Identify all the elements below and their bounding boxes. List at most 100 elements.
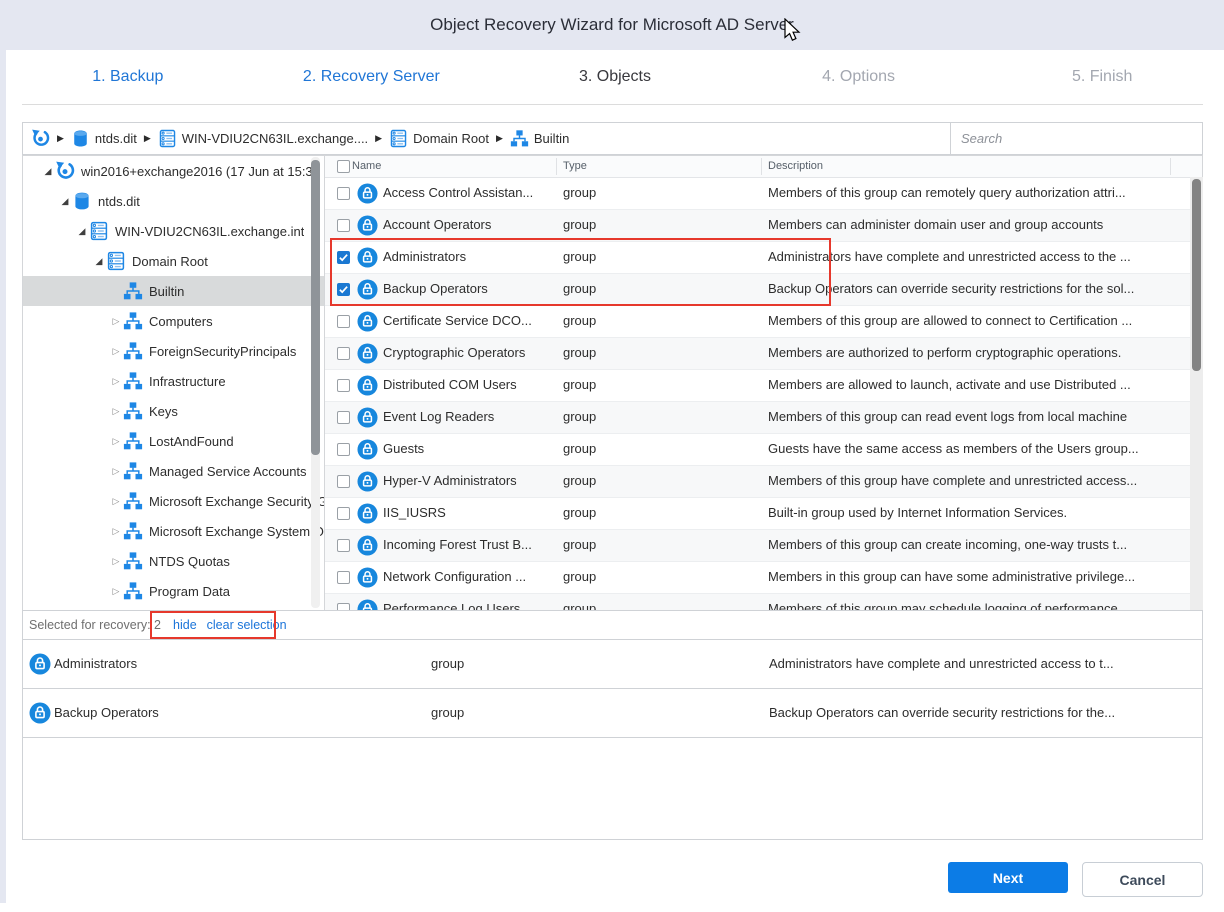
row-checkbox[interactable] [337, 571, 350, 584]
next-button[interactable]: Next [948, 862, 1068, 893]
cell-type: group [563, 409, 596, 424]
table-row-network-configuration[interactable]: Network Configuration ...groupMembers in… [325, 562, 1202, 594]
ou-icon [123, 431, 143, 451]
tree-item-program-data[interactable]: ▷ Program Data [23, 576, 324, 606]
check-icon [338, 284, 349, 295]
table-row-iis-iusrs[interactable]: IIS_IUSRSgroupBuilt-in group used by Int… [325, 498, 1202, 530]
breadcrumb-item-win-vdiu2cn63il-exchange[interactable]: WIN-VDIU2CN63IL.exchange.... [158, 129, 368, 148]
cancel-button[interactable]: Cancel [1082, 862, 1203, 897]
selected-row-administrators[interactable]: AdministratorsgroupAdministrators have c… [23, 640, 1202, 689]
table-row-account-operators[interactable]: Account OperatorsgroupMembers can admini… [325, 210, 1202, 242]
row-checkbox[interactable] [337, 539, 350, 552]
clear-selection-link[interactable]: clear selection [207, 618, 287, 632]
tree-item-foreignsecurityprincipals[interactable]: ▷ ForeignSecurityPrincipals [23, 336, 324, 366]
hide-link[interactable]: hide [173, 618, 197, 632]
table-row-event-log-readers[interactable]: Event Log ReadersgroupMembers of this gr… [325, 402, 1202, 434]
row-checkbox[interactable] [337, 475, 350, 488]
table-row-cryptographic-operators[interactable]: Cryptographic OperatorsgroupMembers are … [325, 338, 1202, 370]
row-checkbox[interactable] [337, 507, 350, 520]
tree-expander-icon[interactable]: ▷ [109, 576, 123, 606]
group-icon [357, 599, 378, 610]
tree-expander-icon[interactable]: ◢ [41, 156, 55, 186]
table-row-incoming-forest-trust-b[interactable]: Incoming Forest Trust B...groupMembers o… [325, 530, 1202, 562]
select-all-checkbox[interactable] [337, 160, 350, 173]
cell-type: group [563, 537, 596, 552]
row-checkbox[interactable] [337, 443, 350, 456]
cell-name: Administrators [383, 249, 553, 264]
table-row-guests[interactable]: GuestsgroupGuests have the same access a… [325, 434, 1202, 466]
tree-item-lostandfound[interactable]: ▷ LostAndFound [23, 426, 324, 456]
tree-item-win-vdiu2cn63il-exchange-int[interactable]: ◢ WIN-VDIU2CN63IL.exchange.int [23, 216, 324, 246]
tree-item-microsoft-exchange-system-ol[interactable]: ▷ Microsoft Exchange System Ol [23, 516, 324, 546]
breadcrumb-label: Builtin [534, 131, 569, 146]
table-row-performance-log-users[interactable]: Performance Log UsersgroupMembers of thi… [325, 594, 1202, 610]
table-row-access-control-assistan[interactable]: Access Control Assistan...groupMembers o… [325, 178, 1202, 210]
group-icon [357, 375, 378, 396]
tree-item-domain-root[interactable]: ◢ Domain Root [23, 246, 324, 276]
wizard-step-2[interactable]: 2. Recovery Server [250, 68, 494, 86]
tree-item-ntds-quotas[interactable]: ▷ NTDS Quotas [23, 546, 324, 576]
tree-item-builtin[interactable]: Builtin [23, 276, 324, 306]
wizard-step-4[interactable]: 4. Options [737, 68, 981, 86]
tree-expander-icon[interactable]: ◢ [92, 246, 106, 276]
row-checkbox[interactable] [337, 283, 350, 296]
row-checkbox[interactable] [337, 219, 350, 232]
tree-item-microsoft-exchange-security-g[interactable]: ▷ Microsoft Exchange Security G [23, 486, 324, 516]
table-row-distributed-com-users[interactable]: Distributed COM UsersgroupMembers are al… [325, 370, 1202, 402]
tree-expander-icon[interactable]: ▷ [109, 546, 123, 576]
tree-item-ntds-dit[interactable]: ◢ ntds.dit [23, 186, 324, 216]
row-checkbox[interactable] [337, 379, 350, 392]
table-scrollbar-thumb[interactable] [1192, 179, 1201, 371]
wizard-step-1[interactable]: 1. Backup [6, 68, 250, 86]
tree-item-label: Keys [149, 404, 178, 419]
row-checkbox[interactable] [337, 603, 350, 610]
cell-description: Members of this group may schedule loggi… [768, 601, 1168, 610]
wizard-step-3[interactable]: 3. Objects [493, 68, 737, 86]
tree-expander-icon[interactable]: ▷ [109, 396, 123, 426]
group-icon [29, 702, 51, 724]
tree-expander-icon[interactable]: ◢ [75, 216, 89, 246]
search-input[interactable] [951, 123, 1202, 154]
row-checkbox[interactable] [337, 187, 350, 200]
breadcrumb-item-restore-point[interactable] [31, 129, 50, 148]
tree-expander-icon[interactable]: ▷ [109, 486, 123, 516]
row-checkbox[interactable] [337, 315, 350, 328]
breadcrumb-item-builtin[interactable]: Builtin [510, 129, 569, 148]
tree-item-keys[interactable]: ▷ Keys [23, 396, 324, 426]
tree-expander-icon[interactable]: ▷ [109, 366, 123, 396]
group-icon [357, 439, 378, 460]
row-checkbox[interactable] [337, 347, 350, 360]
tree-expander-icon[interactable]: ◢ [58, 186, 72, 216]
cell-name: Cryptographic Operators [383, 345, 553, 360]
cell-type: group [563, 505, 596, 520]
breadcrumb-item-domain-root[interactable]: Domain Root [389, 129, 489, 148]
table-row-hyper-v-administrators[interactable]: Hyper-V AdministratorsgroupMembers of th… [325, 466, 1202, 498]
table-row-backup-operators[interactable]: Backup OperatorsgroupBackup Operators ca… [325, 274, 1202, 306]
tree-item-win2016-exchange2016-17-jun-at-15-3[interactable]: ◢ win2016+exchange2016 (17 Jun at 15:3 [23, 156, 324, 186]
tree-item-infrastructure[interactable]: ▷ Infrastructure [23, 366, 324, 396]
table-row-certificate-service-dco[interactable]: Certificate Service DCO...groupMembers o… [325, 306, 1202, 338]
selected-description: Administrators have complete and unrestr… [769, 656, 1114, 671]
tree-item-computers[interactable]: ▷ Computers [23, 306, 324, 336]
column-header-name[interactable]: Name [352, 160, 381, 172]
tree-scrollbar-thumb[interactable] [311, 160, 320, 455]
selected-row-backup-operators[interactable]: Backup OperatorsgroupBackup Operators ca… [23, 689, 1202, 738]
tree-expander-icon[interactable]: ▷ [109, 306, 123, 336]
breadcrumb-item-ntds-dit[interactable]: ntds.dit [71, 129, 137, 148]
cell-description: Backup Operators can override security r… [768, 281, 1168, 296]
row-checkbox[interactable] [337, 251, 350, 264]
wizard-step-5[interactable]: 5. Finish [980, 68, 1224, 86]
left-accent-strip [0, 50, 6, 903]
cell-name: Incoming Forest Trust B... [383, 537, 553, 552]
column-header-type[interactable]: Type [563, 160, 587, 172]
row-checkbox[interactable] [337, 411, 350, 424]
tree-expander-icon[interactable]: ▷ [109, 426, 123, 456]
tree-expander-icon[interactable]: ▷ [109, 336, 123, 366]
tree-expander-icon[interactable]: ▷ [109, 456, 123, 486]
column-header-description[interactable]: Description [768, 160, 823, 172]
tree-expander-icon[interactable]: ▷ [109, 516, 123, 546]
group-icon [357, 567, 378, 588]
table-row-administrators[interactable]: AdministratorsgroupAdministrators have c… [325, 242, 1202, 274]
tree-item-managed-service-accounts[interactable]: ▷ Managed Service Accounts [23, 456, 324, 486]
breadcrumb-label: Domain Root [413, 131, 489, 146]
